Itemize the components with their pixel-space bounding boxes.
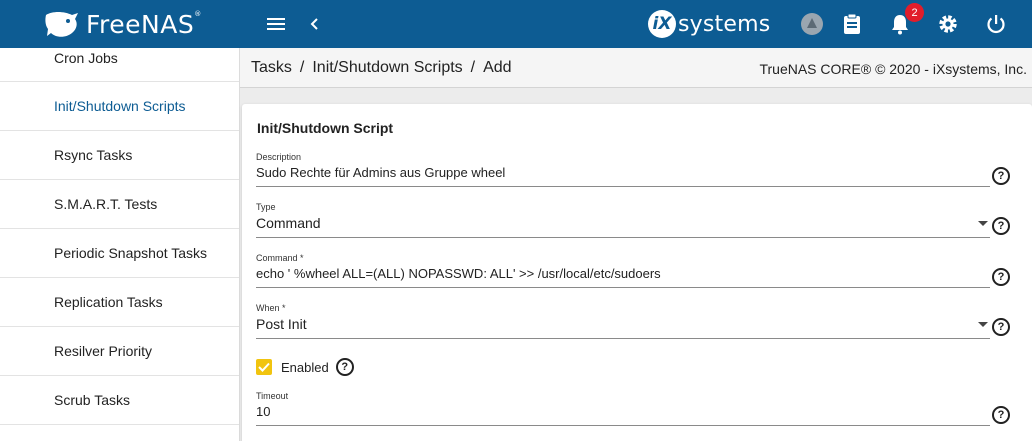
breadcrumb: Tasks / Init/Shutdown Scripts / Add xyxy=(251,59,512,77)
gear-icon[interactable] xyxy=(936,12,960,36)
timeout-field[interactable]: Timeout 10 xyxy=(256,391,990,427)
form-title: Init/Shutdown Script xyxy=(257,120,394,136)
truecommand-icon[interactable] xyxy=(800,12,824,36)
type-dropdown-arrow-icon[interactable] xyxy=(978,221,988,226)
when-label: When * xyxy=(256,303,286,313)
type-label: Type xyxy=(256,202,276,212)
sidebar-item-smart-tests[interactable]: S.M.A.R.T. Tests xyxy=(0,180,239,229)
when-select[interactable]: When * Post Init xyxy=(256,303,990,339)
brand-name: FreeNAS® xyxy=(86,9,202,39)
chevron-left-icon[interactable] xyxy=(303,12,327,36)
command-field[interactable]: Command * echo ' %wheel ALL=(ALL) NOPASS… xyxy=(256,253,990,289)
menu-icon[interactable] xyxy=(264,12,288,36)
breadcrumb-separator: / xyxy=(299,59,305,76)
sidebar-item-init-shutdown-scripts[interactable]: Init/Shutdown Scripts xyxy=(0,82,239,131)
sidebar-item-cron-jobs[interactable]: Cron Jobs xyxy=(0,48,239,82)
notifications-bell-icon[interactable]: 2 xyxy=(888,3,924,36)
enabled-checkbox[interactable] xyxy=(256,359,272,375)
copyright-text: TrueNAS CORE® © 2020 - iXsystems, Inc. xyxy=(759,61,1027,77)
ixsystems-text: systems xyxy=(678,11,771,37)
type-underline xyxy=(256,237,990,238)
enabled-row: Enabled ? xyxy=(256,358,354,376)
when-value[interactable]: Post Init xyxy=(256,316,990,334)
command-label: Command * xyxy=(256,253,304,263)
freenas-logo-icon xyxy=(45,12,78,37)
description-label: Description xyxy=(256,152,302,162)
timeout-input[interactable]: 10 xyxy=(256,404,990,422)
breadcrumb-add: Add xyxy=(483,59,512,76)
enabled-help-icon[interactable]: ? xyxy=(335,358,354,376)
brand[interactable]: FreeNAS® xyxy=(0,0,240,48)
init-shutdown-form-card: Init/Shutdown Script Description Sudo Re… xyxy=(242,104,1032,441)
timeout-underline xyxy=(256,425,990,426)
breadcrumb-init-shutdown-scripts[interactable]: Init/Shutdown Scripts xyxy=(312,59,462,76)
sidebar-item-periodic-snapshot-tasks[interactable]: Periodic Snapshot Tasks xyxy=(0,229,239,278)
command-help-icon[interactable]: ? xyxy=(992,268,1010,286)
type-value[interactable]: Command xyxy=(256,215,990,233)
sidebar-item-rsync-tasks[interactable]: Rsync Tasks xyxy=(0,131,239,180)
ix-mark: iX xyxy=(648,10,676,38)
clipboard-icon[interactable] xyxy=(840,12,864,36)
when-help-icon[interactable]: ? xyxy=(992,318,1010,336)
sidebar-item-replication-tasks[interactable]: Replication Tasks xyxy=(0,278,239,327)
checkmark-icon xyxy=(258,362,270,372)
description-input[interactable]: Sudo Rechte für Admins aus Gruppe wheel xyxy=(256,165,990,183)
description-field[interactable]: Description Sudo Rechte für Admins aus G… xyxy=(256,152,990,188)
command-underline xyxy=(256,287,990,288)
command-input[interactable]: echo ' %wheel ALL=(ALL) NOPASSWD: ALL' >… xyxy=(256,266,990,284)
ixsystems-logo[interactable]: iX systems xyxy=(648,8,770,40)
breadcrumb-bar: Tasks / Init/Shutdown Scripts / Add TrueNAS … xyxy=(240,48,1032,88)
when-underline xyxy=(256,338,990,339)
breadcrumb-separator: / xyxy=(470,59,476,76)
breadcrumb-tasks[interactable]: Tasks xyxy=(251,59,292,76)
timeout-label: Timeout xyxy=(256,391,289,401)
top-bar: FreeNAS® iX systems 2 xyxy=(0,0,1032,48)
description-underline xyxy=(256,186,990,187)
sidebar: Cron Jobs Init/Shutdown Scripts Rsync Ta… xyxy=(0,48,240,441)
timeout-help-icon[interactable]: ? xyxy=(992,406,1010,424)
when-dropdown-arrow-icon[interactable] xyxy=(978,322,988,327)
type-select[interactable]: Type Command xyxy=(256,202,990,238)
enabled-label: Enabled xyxy=(281,359,329,375)
notification-badge: 2 xyxy=(905,3,924,22)
sidebar-item-scrub-tasks[interactable]: Scrub Tasks xyxy=(0,376,239,425)
sidebar-item-resilver-priority[interactable]: Resilver Priority xyxy=(0,327,239,376)
power-icon[interactable] xyxy=(984,12,1008,36)
type-help-icon[interactable]: ? xyxy=(992,217,1010,235)
description-help-icon[interactable]: ? xyxy=(992,167,1010,185)
